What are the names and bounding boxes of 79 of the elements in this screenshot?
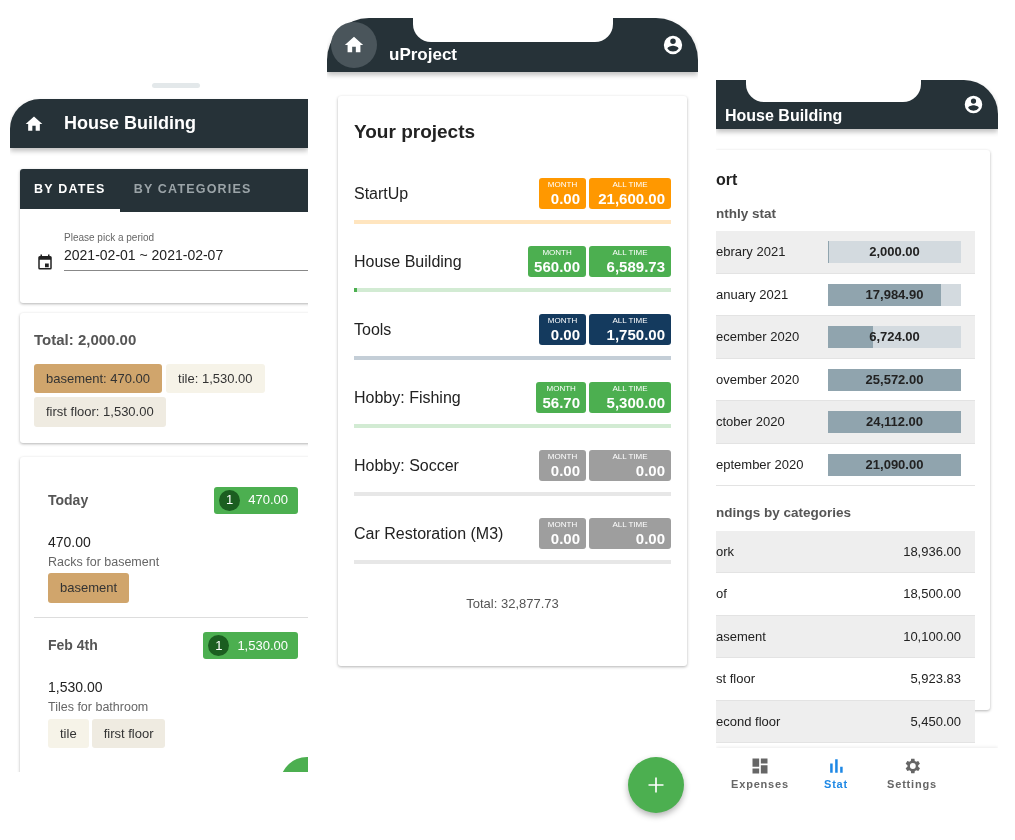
category-value: 18,936.00 <box>903 542 961 561</box>
expense-amount: 470.00 <box>48 532 92 552</box>
field-label: Please pick a period <box>64 231 156 245</box>
month-badge: MONTH 0.00 <box>539 178 586 209</box>
month-label: ctober 2020 <box>716 413 785 432</box>
expense-description: Tiles for bathroom <box>48 698 150 716</box>
total-text: Total: 2,000.00 <box>34 330 138 350</box>
category-value: 18,500.00 <box>903 585 961 603</box>
tag-chip[interactable]: tile <box>48 718 89 748</box>
month-label: ebrary 2021 <box>716 243 786 262</box>
category-value: 10,100.00 <box>903 627 961 646</box>
category-chip[interactable]: tile: 1,530.00 <box>166 363 265 393</box>
day-sum-badge: 1 470.00 <box>214 486 298 514</box>
category-name: econd floor <box>716 712 781 731</box>
bar-value: 24,112.00 <box>864 413 925 431</box>
bar-value: 17,984.90 <box>864 285 925 304</box>
category-name: asement <box>716 627 766 646</box>
account-icon[interactable] <box>963 94 984 115</box>
category-name: of <box>716 585 727 603</box>
screen-title: House Building <box>725 105 843 126</box>
month-badge: MONTH 560.00 <box>528 246 586 277</box>
total-text: Total: 32,877.73 <box>465 594 560 613</box>
month-badge: MONTH 0.00 <box>539 518 586 549</box>
month-label: ecember 2020 <box>716 328 800 347</box>
day-title: Today <box>48 490 89 510</box>
tab[interactable]: BY CATEGORIES <box>119 169 266 212</box>
add-button[interactable] <box>628 757 684 813</box>
project-name[interactable]: House Building <box>354 249 462 274</box>
project-name[interactable]: StartUp <box>354 181 409 206</box>
field-value: 2021-02-01 ~ 2021-02-07 <box>64 246 225 265</box>
tab[interactable]: BY DATES <box>20 169 120 212</box>
calendar-icon <box>36 253 54 271</box>
category-value: 5,923.83 <box>910 670 961 688</box>
app-title: uProject <box>389 44 458 67</box>
month-badge: MONTH 0.00 <box>539 314 586 345</box>
project-name[interactable]: Tools <box>354 317 392 342</box>
nav-tab[interactable]: Settings <box>874 748 950 805</box>
all-time-badge: ALL TIME 1,750.00 <box>589 314 671 345</box>
card-title: Your projects <box>354 120 477 144</box>
all-time-badge: ALL TIME 5,300.00 <box>589 382 671 413</box>
bar-value: 25,572.00 <box>864 370 925 389</box>
month-badge: MONTH 56.70 <box>536 382 586 413</box>
category-chip[interactable]: basement: 470.00 <box>34 363 163 393</box>
drag-handle[interactable] <box>152 83 200 88</box>
all-time-badge: ALL TIME 0.00 <box>589 518 671 549</box>
expense-description: Racks for basement <box>48 553 161 571</box>
tag-chip[interactable]: basement <box>48 573 130 603</box>
category-chip[interactable]: first floor: 1,530.00 <box>34 397 166 427</box>
day-sum-badge: 1 1,530.00 <box>203 631 298 659</box>
project-name[interactable]: Hobby: Fishing <box>354 385 461 410</box>
dashboard-icon <box>750 756 770 776</box>
nav-tab[interactable]: Expenses <box>722 748 798 805</box>
project-name[interactable]: Hobby: Soccer <box>354 453 459 478</box>
bar-value: 2,000.00 <box>868 243 921 261</box>
category-value: 5,450.00 <box>910 712 961 731</box>
all-time-badge: ALL TIME 6,589.73 <box>589 246 671 277</box>
day-title: Feb 4th <box>48 635 98 655</box>
section-title: ndings by categories <box>716 504 853 523</box>
all-time-badge: ALL TIME 21,600.00 <box>589 178 671 209</box>
month-label: anuary 2021 <box>716 285 789 304</box>
home-button[interactable] <box>331 22 377 68</box>
bar-value: 6,724.00 <box>868 328 921 346</box>
nav-tab[interactable]: Stat <box>798 748 874 805</box>
project-name[interactable]: Car Restoration (M3) <box>354 521 504 546</box>
date-field[interactable]: Please pick a period 2021-02-01 ~ 2021-02-07 <box>64 230 308 271</box>
tag-chip[interactable]: first floor <box>91 718 166 748</box>
month-badge: MONTH 0.00 <box>539 450 586 481</box>
plus-icon <box>646 775 666 795</box>
account-icon[interactable] <box>662 34 684 56</box>
bar-value: 21,090.00 <box>864 455 925 474</box>
all-time-badge: ALL TIME 0.00 <box>589 450 671 481</box>
category-name: ork <box>716 542 735 561</box>
month-label: eptember 2020 <box>716 455 804 474</box>
screen-title: House Building <box>64 112 196 135</box>
expense-amount: 1,530.00 <box>48 677 104 697</box>
section-title: nthly stat <box>716 205 777 223</box>
month-label: ovember 2020 <box>716 370 800 389</box>
category-name: st floor <box>716 670 755 688</box>
card-title: ort <box>716 170 739 190</box>
